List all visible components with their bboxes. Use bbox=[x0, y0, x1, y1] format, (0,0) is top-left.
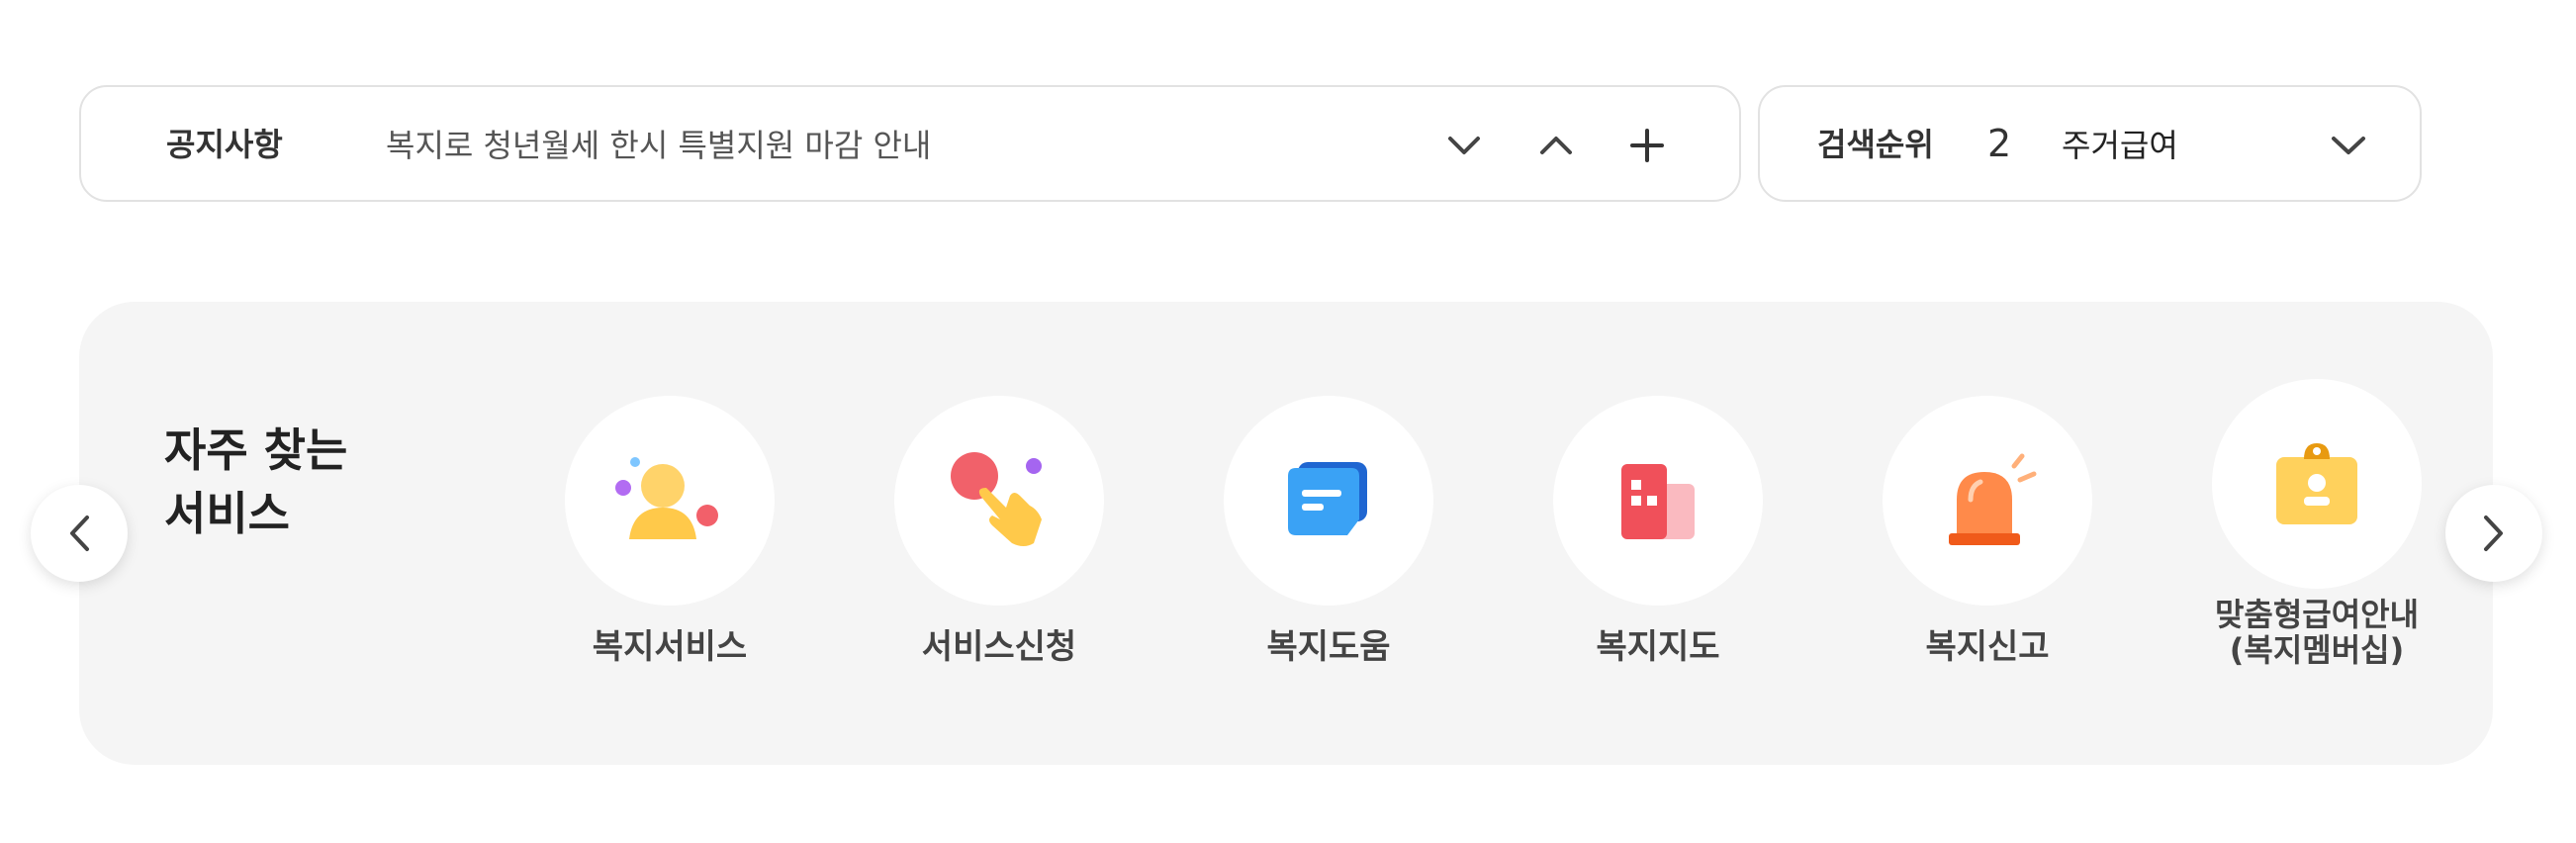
plus-icon bbox=[1630, 129, 1664, 162]
service-label: 서비스신청 bbox=[921, 627, 1077, 667]
section-title: 자주 찾는 서비스 bbox=[164, 423, 348, 540]
chat-bubble-icon bbox=[1288, 462, 1367, 535]
service-icon-circle bbox=[894, 396, 1104, 606]
chevron-down-icon bbox=[1448, 137, 1480, 154]
service-icon-circle bbox=[1883, 396, 2092, 606]
notice-bar: 공지사항 복지로 청년월세 한시 특별지원 마감 안내 bbox=[79, 85, 1741, 202]
chevron-up-icon bbox=[1540, 137, 1572, 154]
service-welfare-map[interactable]: 복지지도 bbox=[1510, 396, 1806, 667]
notice-more-button[interactable] bbox=[1622, 121, 1672, 170]
service-label: 복지신고 bbox=[1925, 627, 2050, 667]
service-apply[interactable]: 서비스신청 bbox=[851, 396, 1148, 667]
service-custom-benefits[interactable]: 맞춤형급여안내 (복지멤버십) bbox=[2168, 379, 2465, 668]
service-welfare-help[interactable]: 복지도움 bbox=[1180, 396, 1477, 667]
service-welfare-services[interactable]: 복지서비스 bbox=[521, 396, 818, 667]
person-icon bbox=[615, 457, 718, 539]
search-rank-toggle-button[interactable] bbox=[2324, 121, 2373, 170]
search-rank-bar: 검색순위 2 주거급여 bbox=[1758, 85, 2422, 202]
service-label: 복지도움 bbox=[1266, 627, 1391, 667]
chevron-right-icon bbox=[2484, 515, 2503, 551]
siren-icon bbox=[1949, 453, 2037, 545]
carousel-prev-button[interactable] bbox=[31, 485, 128, 582]
service-icon-circle bbox=[565, 396, 775, 606]
notice-text[interactable]: 복지로 청년월세 한시 특별지원 마감 안내 bbox=[386, 87, 931, 204]
carousel-next-button[interactable] bbox=[2445, 485, 2542, 582]
search-rank-label: 검색순위 bbox=[1817, 126, 1934, 163]
id-badge-icon bbox=[2276, 443, 2357, 524]
service-label: 복지서비스 bbox=[592, 627, 748, 667]
search-rank-number: 2 bbox=[1987, 122, 2012, 165]
chevron-left-icon bbox=[70, 515, 89, 551]
tap-hand-icon bbox=[951, 452, 1042, 546]
map-building-icon bbox=[1621, 464, 1695, 539]
service-icon-circle bbox=[2212, 379, 2422, 589]
service-label: 복지지도 bbox=[1596, 627, 1720, 667]
service-welfare-report[interactable]: 복지신고 bbox=[1839, 396, 2136, 667]
notice-label: 공지사항 bbox=[166, 126, 283, 163]
notice-prev-button[interactable] bbox=[1531, 121, 1581, 170]
service-label: 맞춤형급여안내 (복지멤버십) bbox=[2214, 596, 2420, 669]
service-icon-circle bbox=[1224, 396, 1433, 606]
chevron-down-icon bbox=[2332, 137, 2365, 154]
service-icon-circle bbox=[1553, 396, 1763, 606]
search-rank-term[interactable]: 주거급여 bbox=[2062, 87, 2178, 204]
frequent-services-panel: 자주 찾는 서비스 복지서비스 서비스신청 복지도움 복지지도 복지신고 맞춤형… bbox=[79, 302, 2493, 765]
notice-next-button[interactable] bbox=[1439, 121, 1489, 170]
